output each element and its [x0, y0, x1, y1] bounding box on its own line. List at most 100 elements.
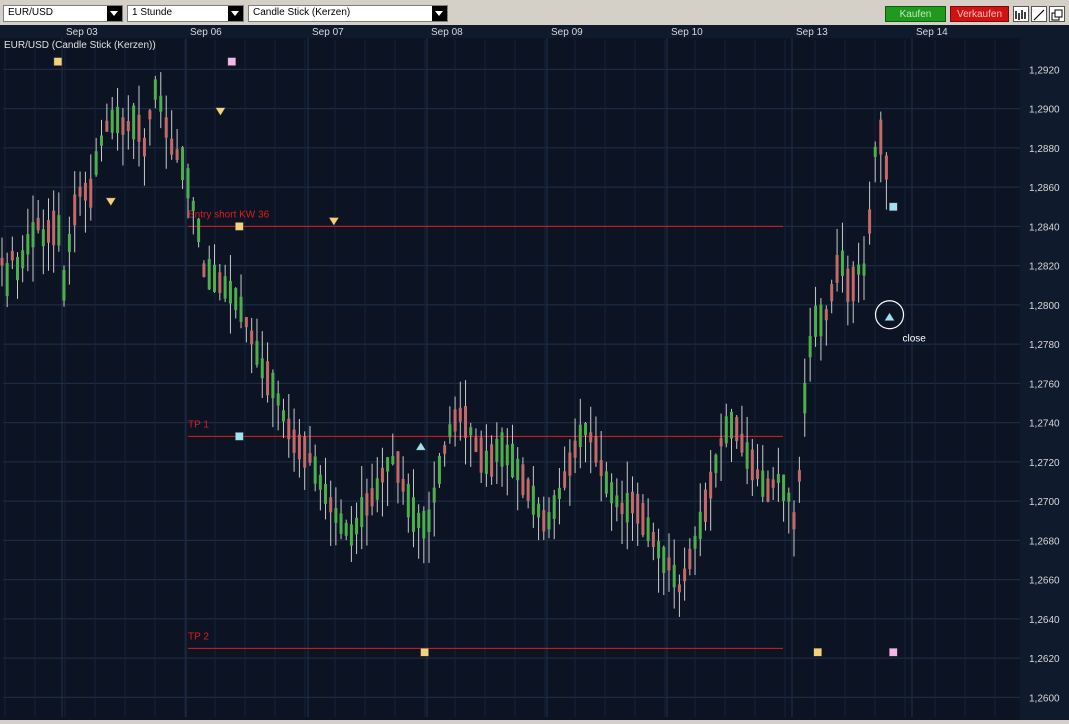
- candle-body: [830, 284, 834, 302]
- candle-body: [814, 305, 818, 337]
- candle-body: [797, 469, 801, 482]
- candle-body: [355, 517, 359, 535]
- x-tick-label: Sep 13: [796, 27, 828, 38]
- candle-body: [218, 272, 222, 293]
- candle-body: [375, 478, 379, 500]
- candle-body: [672, 564, 676, 588]
- candle-body: [329, 497, 333, 513]
- candle-body: [153, 79, 157, 100]
- candle-body: [250, 330, 254, 345]
- candle-body: [386, 457, 390, 472]
- candle-body: [698, 511, 702, 539]
- y-tick-label: 1,2880: [1029, 144, 1060, 155]
- chart-type-select[interactable]: Candle Stick (Kerzen): [248, 5, 448, 22]
- candle-body: [370, 488, 374, 507]
- candle-body: [175, 149, 179, 161]
- y-tick-label: 1,2800: [1029, 301, 1060, 312]
- candle-body: [5, 262, 9, 297]
- candle-body: [31, 222, 35, 248]
- candle-body: [94, 151, 98, 175]
- candle-body: [67, 233, 71, 253]
- y-tick-label: 1,2820: [1029, 262, 1060, 273]
- chart-type-value: Candle Stick (Kerzen): [253, 7, 351, 18]
- candle-body: [0, 257, 4, 266]
- candle-body: [873, 146, 877, 157]
- candle-body: [803, 382, 807, 414]
- chart-background: [0, 25, 1069, 720]
- candle-body: [57, 215, 61, 246]
- y-tick-label: 1,2620: [1029, 654, 1060, 665]
- candle-body: [615, 495, 619, 508]
- candle-body: [406, 483, 410, 518]
- timeframe-select[interactable]: 1 Stunde: [127, 5, 244, 22]
- candle-body: [47, 220, 50, 243]
- y-tick-label: 1,2900: [1029, 105, 1060, 116]
- candle-body: [391, 456, 395, 465]
- y-tick-label: 1,2720: [1029, 458, 1060, 469]
- chevron-down-icon[interactable]: [228, 6, 243, 21]
- candle-body: [771, 479, 775, 488]
- candle-body: [594, 436, 598, 463]
- candle-body: [36, 217, 40, 231]
- candle-body: [657, 541, 661, 559]
- candle-body: [709, 471, 713, 499]
- candle-body: [266, 361, 270, 396]
- candle-body: [495, 438, 499, 462]
- candle-body: [662, 547, 666, 574]
- candle-body: [181, 147, 185, 181]
- chevron-down-icon[interactable]: [107, 6, 122, 21]
- level-label: TP 2: [188, 631, 209, 642]
- symbol-select[interactable]: EUR/USD: [3, 5, 123, 22]
- candle-body: [148, 110, 152, 120]
- candle-body: [531, 485, 535, 515]
- candle-body: [862, 263, 866, 276]
- chevron-down-icon[interactable]: [432, 6, 447, 21]
- candle-body: [761, 470, 765, 497]
- order-marker: [227, 57, 237, 66]
- candle-body: [73, 194, 77, 226]
- buy-button[interactable]: Kaufen: [885, 6, 946, 22]
- candle-body: [792, 512, 796, 530]
- price-chart[interactable]: Sep 03 Sep 06 Sep 07 Sep 08 Sep 09 Sep 10 Sep …: [0, 25, 1069, 720]
- candle-body: [417, 512, 421, 528]
- candle-body: [683, 568, 687, 582]
- draw-line-icon[interactable]: [1031, 6, 1047, 22]
- candle-body: [271, 372, 275, 399]
- candle-body: [313, 456, 317, 484]
- candle-body: [808, 336, 812, 358]
- candle-body: [646, 517, 650, 542]
- bar-chart-icon[interactable]: [1013, 6, 1029, 22]
- candle-body: [490, 444, 494, 477]
- candle-body: [599, 460, 603, 476]
- candle-body: [750, 449, 754, 481]
- candle-body: [83, 182, 87, 201]
- candle-body: [105, 120, 109, 132]
- y-tick-label: 1,2780: [1029, 340, 1060, 351]
- candle-body: [110, 109, 114, 133]
- candle-body: [26, 234, 30, 255]
- candle-body: [334, 507, 338, 523]
- candle-body: [281, 410, 285, 422]
- candle-body: [234, 288, 238, 311]
- candle-body: [740, 433, 744, 453]
- y-tick-label: 1,2600: [1029, 693, 1060, 704]
- order-marker: [420, 647, 429, 657]
- candle-body: [584, 422, 588, 436]
- order-marker: [235, 222, 244, 231]
- chart-title: EUR/USD (Candle Stick (Kerzen)): [4, 40, 156, 51]
- detach-window-icon[interactable]: [1049, 6, 1065, 22]
- candle-body: [851, 266, 855, 302]
- candle-body: [568, 452, 572, 476]
- candle-body: [636, 493, 640, 524]
- order-marker: [235, 432, 244, 441]
- candle-body: [448, 424, 452, 438]
- candle-body: [443, 445, 447, 454]
- x-tick-label: Sep 03: [66, 27, 98, 38]
- candle-body: [703, 489, 707, 522]
- candle-body: [824, 309, 828, 321]
- sell-button[interactable]: Verkaufen: [950, 6, 1009, 22]
- candle-body: [159, 95, 163, 112]
- candle-body: [137, 114, 141, 142]
- y-tick-label: 1,2920: [1029, 65, 1060, 76]
- candle-body: [766, 478, 770, 502]
